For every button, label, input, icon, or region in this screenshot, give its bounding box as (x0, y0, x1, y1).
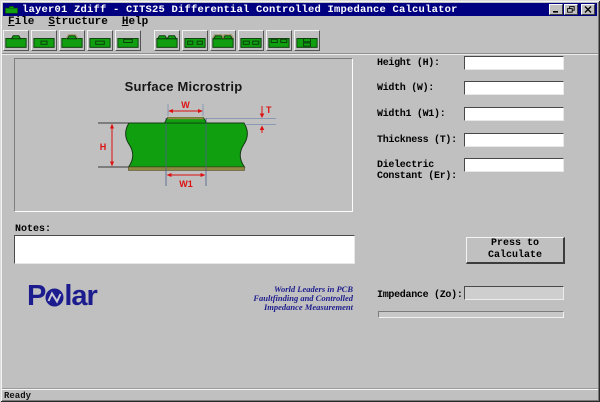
menu-item-structure[interactable]: Structure (48, 16, 107, 29)
diff-embedded-microstrip-icon (184, 34, 206, 48)
thickness-label: Thickness (T): (377, 135, 465, 146)
minimize-button[interactable] (549, 4, 563, 15)
diff-stripline-icon (240, 34, 262, 48)
restore-button[interactable] (564, 4, 578, 15)
embedded-microstrip-icon (33, 34, 55, 48)
brand-tagline: World Leaders in PCB Faultfinding and Co… (233, 285, 353, 312)
width-input[interactable] (464, 81, 564, 95)
toolbar-button-embedded-microstrip[interactable] (31, 30, 57, 51)
toolbar-button-broadside-coupled-stripline[interactable] (294, 30, 320, 51)
diff-offset-stripline-icon (268, 34, 290, 48)
minimize-icon (552, 6, 560, 13)
height-label: Height (H): (377, 58, 465, 69)
tagline-line3: Impedance Measurement (233, 303, 353, 312)
toolbar-button-stripline[interactable] (87, 30, 113, 51)
diagram-title: Surface Microstrip (15, 79, 352, 94)
titlebar: layer01 Zdiff - CITS25 Differential Cont… (3, 3, 597, 16)
statusbar-divider-highlight (2, 389, 598, 390)
impedance-result-field (464, 286, 564, 300)
progress-bar (378, 311, 564, 318)
toolbar-button-diff-coated-microstrip[interactable] (210, 30, 236, 51)
stripline-icon (89, 34, 111, 48)
er-label: Dielectric Constant (Er): (377, 160, 465, 182)
restore-icon (567, 6, 575, 13)
polar-logo-text-start: P (27, 282, 45, 311)
toolbar-button-diff-embedded-microstrip[interactable] (182, 30, 208, 51)
er-input[interactable] (464, 158, 564, 172)
impedance-label: Impedance (Zo): (377, 290, 463, 301)
calculate-button-line1: Press to (491, 238, 539, 249)
close-icon (584, 6, 592, 13)
toolbar (3, 30, 320, 51)
window-title: layer01 Zdiff - CITS25 Differential Cont… (22, 4, 458, 16)
toolbar-button-diff-stripline[interactable] (238, 30, 264, 51)
toolbar-button-diff-surface-microstrip[interactable] (154, 30, 180, 51)
dim-label-h: H (100, 142, 107, 152)
thickness-input[interactable] (464, 133, 564, 147)
app-window: layer01 Zdiff - CITS25 Differential Cont… (0, 0, 600, 402)
diff-coated-microstrip-icon (212, 34, 234, 48)
height-input[interactable] (464, 56, 564, 70)
menu-item-file[interactable]: File (8, 16, 34, 29)
dim-label-w1: W1 (179, 179, 193, 189)
toolbar-divider-highlight (2, 54, 598, 55)
diff-surface-microstrip-icon (156, 34, 178, 48)
width-label: Width (W): (377, 83, 465, 94)
polar-oscilloscope-o-icon (45, 288, 64, 307)
statusbar-text: Ready (4, 391, 31, 401)
coated-microstrip-icon (61, 34, 83, 48)
dim-label-t: T (266, 105, 272, 115)
app-icon-glyph (5, 5, 18, 14)
width1-label: Width1 (W1): (377, 109, 465, 120)
offset-stripline-icon (117, 34, 139, 48)
notes-input[interactable] (14, 235, 355, 264)
diagram-panel: W H T W1 Surface Microstrip (14, 58, 353, 212)
toolbar-button-offset-stripline[interactable] (115, 30, 141, 51)
surface-microstrip-icon (5, 34, 27, 48)
calculate-button-line2: Calculate (488, 250, 542, 261)
notes-label: Notes: (15, 224, 51, 235)
window-controls (549, 4, 595, 15)
broadside-coupled-stripline-icon (296, 34, 318, 48)
menubar: File Structure Help (3, 16, 148, 29)
toolbar-button-diff-offset-stripline[interactable] (266, 30, 292, 51)
toolbar-button-surface-microstrip[interactable] (3, 30, 29, 51)
menu-item-help[interactable]: Help (122, 16, 148, 29)
dim-label-w: W (181, 100, 190, 110)
close-button[interactable] (581, 4, 595, 15)
polar-logo-text-end: lar (64, 282, 96, 311)
toolbar-button-coated-microstrip[interactable] (59, 30, 85, 51)
calculate-button[interactable]: Press to Calculate (466, 237, 565, 264)
toolbar-separator (143, 30, 152, 51)
polar-logo: P lar (27, 282, 97, 311)
width1-input[interactable] (464, 107, 564, 121)
